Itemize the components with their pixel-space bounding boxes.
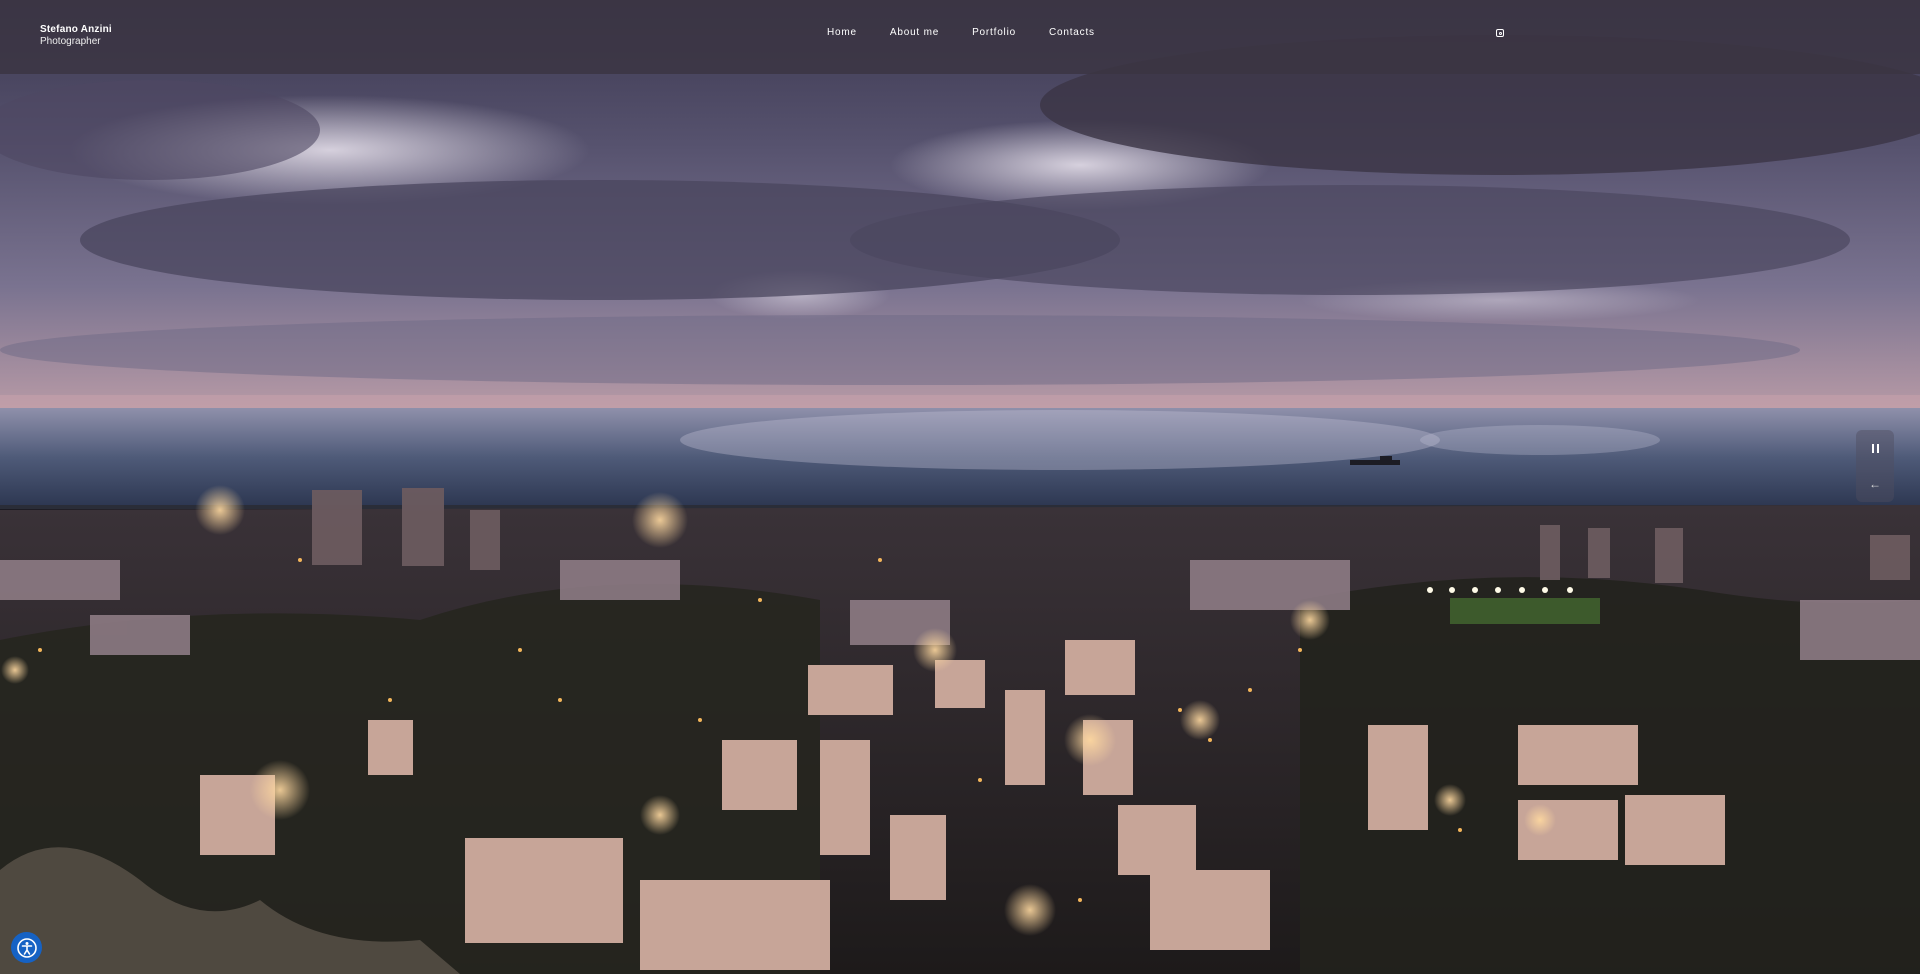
accessibility-figure	[16, 937, 37, 958]
site-logo[interactable]: Stefano Anzini Photographer	[40, 24, 112, 48]
main-navigation: Home About me Portfolio Contacts	[827, 27, 1128, 38]
nav-item-contacts[interactable]: Contacts	[1049, 27, 1095, 38]
instagram-icon[interactable]	[1496, 29, 1504, 37]
slider-controls: ←	[1856, 430, 1894, 502]
brand-name: Stefano Anzini	[40, 24, 112, 35]
brand-role: Photographer	[40, 36, 101, 47]
pause-icon[interactable]	[1856, 430, 1894, 466]
nav-item-home[interactable]: Home	[827, 27, 857, 38]
nav-item-portfolio[interactable]: Portfolio	[972, 27, 1016, 38]
genoa-panorama-image	[0, 0, 1920, 974]
accessibility-icon[interactable]	[11, 932, 42, 963]
arrow-left-icon[interactable]: ←	[1856, 466, 1894, 502]
nav-item-about-me[interactable]: About me	[890, 27, 939, 38]
site-header: Stefano Anzini Photographer Home About m…	[0, 0, 1920, 74]
hero-image	[0, 0, 1920, 974]
